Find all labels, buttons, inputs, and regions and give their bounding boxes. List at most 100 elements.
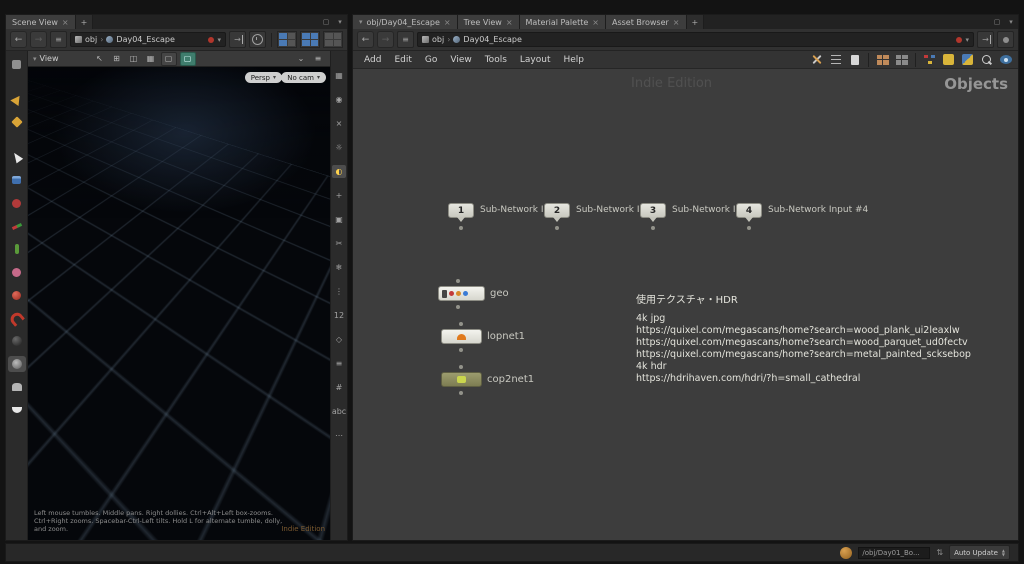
update-mode-select[interactable]: Auto Update ▲ ▼ bbox=[949, 545, 1010, 560]
select-cursor-icon[interactable] bbox=[8, 149, 26, 165]
selectable-flag-icon[interactable] bbox=[463, 291, 468, 296]
show-tools-icon[interactable] bbox=[8, 56, 26, 72]
material-display-icon[interactable]: ▣ bbox=[332, 213, 346, 226]
subnet-input-badge[interactable]: 1 bbox=[448, 203, 474, 222]
lock-icon[interactable] bbox=[8, 172, 26, 188]
cut-plane-icon[interactable]: ✂ bbox=[332, 237, 346, 250]
search-icon[interactable] bbox=[979, 53, 994, 67]
close-icon[interactable]: × bbox=[506, 18, 513, 27]
magnet-icon[interactable] bbox=[7, 309, 26, 327]
new-tab-button[interactable]: + bbox=[686, 15, 705, 29]
cloth-icon[interactable] bbox=[8, 379, 26, 395]
text-overlay-icon[interactable]: abc bbox=[332, 405, 346, 418]
scene-path-field[interactable]: /obj/Day01_Bo... bbox=[858, 546, 931, 559]
node-output-connector[interactable] bbox=[459, 226, 463, 230]
hide-objects-icon[interactable]: × bbox=[332, 117, 346, 130]
camera-selector[interactable]: No cam ▾ bbox=[281, 72, 326, 83]
view-menu-caret-icon[interactable]: ▾ bbox=[33, 55, 37, 63]
close-icon[interactable]: × bbox=[673, 18, 680, 27]
disc-icon[interactable] bbox=[7, 356, 26, 372]
hip-file-icon[interactable] bbox=[840, 546, 853, 559]
subnet-input-badge[interactable]: 4 bbox=[736, 203, 762, 222]
close-icon[interactable]: × bbox=[592, 18, 599, 27]
secure-selection-toggle[interactable]: ▢ bbox=[179, 51, 196, 66]
new-tab-button[interactable]: + bbox=[75, 15, 94, 29]
add-light-icon[interactable]: + bbox=[332, 189, 346, 202]
character-icon[interactable] bbox=[8, 241, 26, 257]
link-group-1-icon[interactable] bbox=[277, 31, 297, 48]
subnet-input-1-node[interactable]: 1 Sub-Network I... bbox=[448, 203, 552, 233]
swap-icon[interactable]: ⇅ bbox=[936, 548, 943, 557]
tools-icon[interactable] bbox=[809, 53, 824, 67]
node-output-connector[interactable] bbox=[456, 305, 460, 309]
network-canvas[interactable]: Indie Edition Objects 1 Sub-Network I...… bbox=[353, 69, 1018, 540]
tab-tree-view[interactable]: Tree View × bbox=[457, 15, 520, 29]
visibility-eye-icon[interactable] bbox=[998, 53, 1013, 67]
menu-go[interactable]: Go bbox=[419, 54, 443, 66]
lasso-pick-icon[interactable]: ◫ bbox=[127, 53, 141, 65]
tab-asset-browser[interactable]: Asset Browser × bbox=[605, 15, 687, 29]
pane-maximize-icon[interactable]: ▢ bbox=[990, 15, 1004, 29]
node-input-connector[interactable] bbox=[456, 279, 460, 283]
history-menu-button[interactable]: ≡ bbox=[397, 31, 414, 48]
points-display-icon[interactable]: ◉ bbox=[332, 93, 346, 106]
subnet-input-4-node[interactable]: 4 Sub-Network Input #4 bbox=[736, 203, 868, 233]
bowl-icon[interactable] bbox=[8, 402, 26, 418]
node-output-connector[interactable] bbox=[459, 391, 463, 395]
network-overview-icon[interactable] bbox=[922, 53, 937, 67]
path-field[interactable]: obj › Day04_Escape ▾ bbox=[417, 32, 974, 47]
visible-only-icon[interactable]: ▦ bbox=[144, 53, 158, 65]
shaded-mode-icon[interactable]: ◐ bbox=[332, 165, 346, 178]
axis-icon[interactable] bbox=[8, 218, 26, 234]
marker-yellow-icon[interactable] bbox=[8, 114, 26, 130]
display-flag-icon[interactable] bbox=[456, 291, 461, 296]
menu-view[interactable]: View bbox=[444, 54, 477, 66]
forward-button[interactable]: → bbox=[30, 31, 47, 48]
recent-paths-button[interactable] bbox=[249, 31, 266, 48]
pane-menu-icon[interactable]: ▾ bbox=[1004, 15, 1018, 29]
pane-menu-icon[interactable]: ▾ bbox=[333, 15, 347, 29]
link-group-3-icon[interactable] bbox=[323, 31, 343, 48]
subnet-input-badge[interactable]: 3 bbox=[640, 203, 666, 222]
subnet-input-2-node[interactable]: 2 Sub-Network I... bbox=[544, 203, 648, 233]
header-collapse-icon[interactable]: ⌄ bbox=[294, 53, 308, 65]
viewport-3d[interactable]: Persp ▾ No cam ▾ Left mouse tumbles. Mid… bbox=[28, 67, 330, 540]
normals-display-icon[interactable]: ◇ bbox=[332, 333, 346, 346]
sphere-red-icon[interactable] bbox=[8, 287, 26, 303]
menu-edit[interactable]: Edit bbox=[388, 54, 417, 66]
sphere-dark-icon[interactable] bbox=[8, 333, 26, 349]
node-output-connector[interactable] bbox=[459, 348, 463, 352]
tab-material-palette[interactable]: Material Palette × bbox=[519, 15, 606, 29]
sort-list-icon[interactable] bbox=[828, 53, 843, 67]
path-dropdown-icon[interactable]: ▾ bbox=[217, 36, 221, 44]
persp-view-selector[interactable]: Persp ▾ bbox=[244, 72, 282, 83]
prim-numbers-icon[interactable]: # bbox=[332, 381, 346, 394]
subnet-input-3-node[interactable]: 3 Sub-Network I... bbox=[640, 203, 744, 233]
path-field[interactable]: obj › Day04_Escape ▾ bbox=[70, 32, 226, 47]
pin-yellow-icon[interactable] bbox=[8, 91, 26, 107]
back-button[interactable]: ← bbox=[357, 31, 374, 48]
handles-icon[interactable] bbox=[8, 195, 26, 211]
freeze-icon[interactable]: ❄ bbox=[332, 261, 346, 274]
menu-layout[interactable]: Layout bbox=[514, 54, 557, 66]
close-icon[interactable]: × bbox=[62, 18, 69, 27]
subnet-input-badge[interactable]: 2 bbox=[544, 203, 570, 222]
ragdoll-icon[interactable] bbox=[8, 264, 26, 280]
tab-network-editor[interactable]: ▾ obj/Day04_Escape × bbox=[353, 15, 458, 29]
snap-toggle[interactable]: ▢ bbox=[160, 51, 177, 66]
headlight-icon[interactable]: ☼ bbox=[332, 141, 346, 154]
point-numbers-icon[interactable]: 12 bbox=[332, 309, 346, 322]
menu-tools[interactable]: Tools bbox=[479, 54, 513, 66]
color-palette-icon[interactable] bbox=[960, 53, 975, 67]
box-pick-icon[interactable]: ⊞ bbox=[110, 53, 124, 65]
parameters-page-icon[interactable] bbox=[847, 53, 862, 67]
node-output-connector[interactable] bbox=[747, 226, 751, 230]
history-menu-button[interactable]: ≡ bbox=[50, 31, 67, 48]
geo-node[interactable] bbox=[438, 286, 485, 301]
select-mode-icon[interactable]: ↖ bbox=[93, 53, 107, 65]
wire-display-icon[interactable]: ≡ bbox=[332, 357, 346, 370]
sticky-note-icon[interactable] bbox=[941, 53, 956, 67]
forward-button[interactable]: → bbox=[377, 31, 394, 48]
node-flag-icon[interactable] bbox=[442, 289, 447, 298]
node-output-connector[interactable] bbox=[651, 226, 655, 230]
